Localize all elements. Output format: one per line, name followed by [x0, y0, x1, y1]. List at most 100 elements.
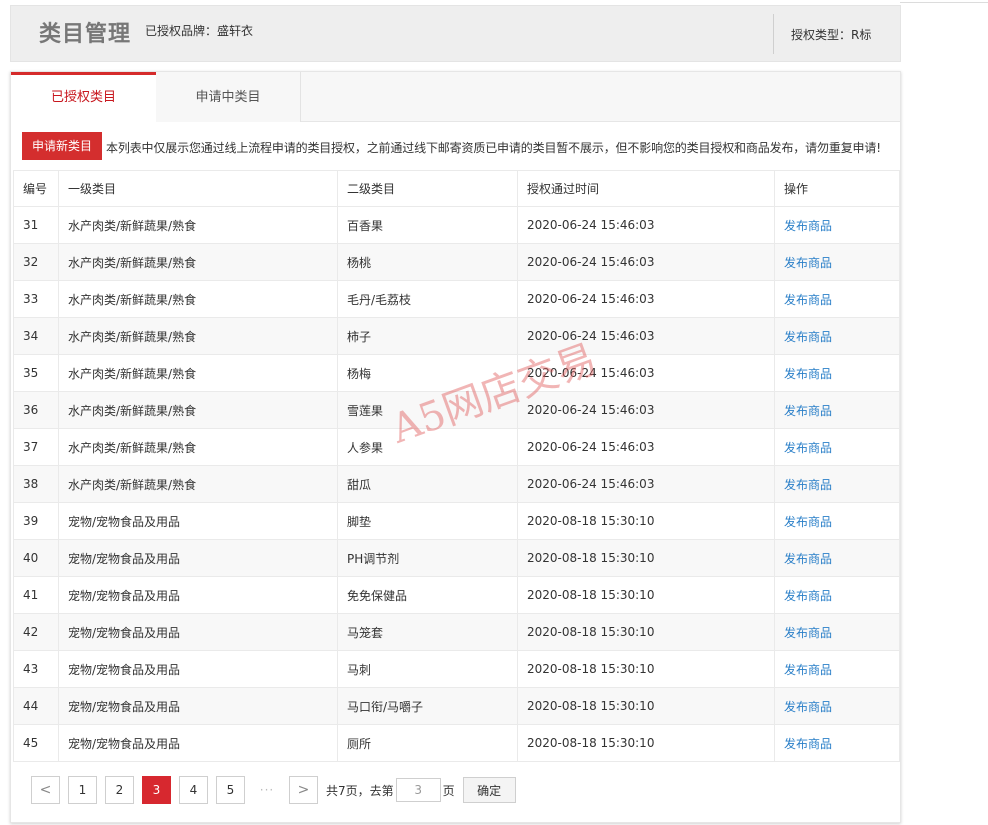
cell-level1-category: 宠物/宠物食品及用品 [58, 650, 338, 688]
publish-product-link[interactable]: 发布商品 [784, 700, 832, 714]
cell-level2-category: 雪莲果 [337, 391, 518, 429]
cell-approval-time: 2020-08-18 15:30:10 [517, 650, 775, 688]
top-divider-line [900, 2, 988, 3]
category-table: 编号 一级类目 二级类目 授权通过时间 操作 31 水产肉类/新鲜蔬果/熟食 百香果… [13, 170, 900, 762]
cell-level1-category: 水产肉类/新鲜蔬果/熟食 [58, 317, 338, 355]
cell-action: 发布商品 [774, 243, 900, 281]
cell-level2-category: 甜瓜 [337, 465, 518, 503]
publish-product-link[interactable]: 发布商品 [784, 552, 832, 566]
cell-level1-category: 宠物/宠物食品及用品 [58, 539, 338, 577]
cell-approval-time: 2020-06-24 15:46:03 [517, 354, 775, 392]
cell-level1-category: 水产肉类/新鲜蔬果/熟食 [58, 465, 338, 503]
table-row: 43 宠物/宠物食品及用品 马刺 2020-08-18 15:30:10 发布商品 [13, 650, 900, 688]
column-header-action: 操作 [774, 170, 900, 207]
goto-page-input[interactable] [395, 778, 441, 802]
cell-action: 发布商品 [774, 650, 900, 688]
cell-level1-category: 宠物/宠物食品及用品 [58, 687, 338, 725]
cell-level2-category: 脚垫 [337, 502, 518, 540]
cell-level1-category: 水产肉类/新鲜蔬果/熟食 [58, 243, 338, 281]
publish-product-link[interactable]: 发布商品 [784, 626, 832, 640]
cell-level1-category: 水产肉类/新鲜蔬果/熟食 [58, 428, 338, 466]
cell-id: 37 [13, 428, 59, 466]
column-header-level2: 二级类目 [337, 170, 518, 207]
cell-level2-category: 柿子 [337, 317, 518, 355]
cell-id: 34 [13, 317, 59, 355]
pagination: < 1 2 3 4 5 ··· > 共7页，去第 页 确定 [31, 775, 516, 805]
cell-level1-category: 宠物/宠物食品及用品 [58, 613, 338, 651]
table-row: 40 宠物/宠物食品及用品 PH调节剂 2020-08-18 15:30:10 发布商品 [13, 539, 900, 577]
tab-pending-categories[interactable]: 申请中类目 [156, 72, 301, 122]
total-pages-text: 共7页，去第 [326, 783, 394, 798]
table-row: 38 水产肉类/新鲜蔬果/熟食 甜瓜 2020-06-24 15:46:03 发布商品 [13, 465, 900, 503]
tab-authorized-categories[interactable]: 已授权类目 [11, 72, 156, 123]
cell-action: 发布商品 [774, 687, 900, 725]
publish-product-link[interactable]: 发布商品 [784, 404, 832, 418]
page-button-2[interactable]: 2 [105, 776, 134, 804]
cell-level2-category: 杨桃 [337, 243, 518, 281]
publish-product-link[interactable]: 发布商品 [784, 478, 832, 492]
cell-approval-time: 2020-08-18 15:30:10 [517, 502, 775, 540]
cell-id: 45 [13, 724, 59, 762]
page-suffix-text: 页 [442, 783, 455, 798]
cell-level2-category: 马笼套 [337, 613, 518, 651]
page-button-4[interactable]: 4 [179, 776, 208, 804]
cell-level1-category: 水产肉类/新鲜蔬果/熟食 [58, 391, 338, 429]
cell-approval-time: 2020-06-24 15:46:03 [517, 206, 775, 244]
publish-product-link[interactable]: 发布商品 [784, 219, 832, 233]
cell-level2-category: 马口衔/马嚼子 [337, 687, 518, 725]
publish-product-link[interactable]: 发布商品 [784, 663, 832, 677]
cell-action: 发布商品 [774, 206, 900, 244]
apply-new-category-button[interactable]: 申请新类目 [22, 132, 102, 160]
table-row: 37 水产肉类/新鲜蔬果/熟食 人参果 2020-06-24 15:46:03 发布商品 [13, 428, 900, 466]
pagination-ellipsis: ··· [259, 783, 275, 797]
notice-text: 本列表中仅展示您通过线上流程申请的类目授权，之前通过线下邮寄资质已申请的类目暂不… [106, 141, 881, 155]
table-row: 36 水产肉类/新鲜蔬果/熟食 雪莲果 2020-06-24 15:46:03 发布商品 [13, 391, 900, 429]
cell-level2-category: 杨梅 [337, 354, 518, 392]
cell-action: 发布商品 [774, 391, 900, 429]
publish-product-link[interactable]: 发布商品 [784, 256, 832, 270]
publish-product-link[interactable]: 发布商品 [784, 330, 832, 344]
prev-page-icon[interactable]: < [31, 776, 60, 804]
cell-id: 38 [13, 465, 59, 503]
cell-approval-time: 2020-06-24 15:46:03 [517, 243, 775, 281]
cell-action: 发布商品 [774, 428, 900, 466]
publish-product-link[interactable]: 发布商品 [784, 589, 832, 603]
cell-id: 40 [13, 539, 59, 577]
page-button-5[interactable]: 5 [216, 776, 245, 804]
cell-level2-category: 毛丹/毛荔枝 [337, 280, 518, 318]
goto-page-confirm-button[interactable]: 确定 [462, 777, 516, 803]
page-header: 类目管理 已授权品牌：盛轩衣 授权类型：R标 [10, 5, 901, 62]
page-title: 类目管理 [39, 22, 132, 47]
cell-approval-time: 2020-06-24 15:46:03 [517, 280, 775, 318]
page-button-3-current[interactable]: 3 [142, 776, 171, 804]
cell-approval-time: 2020-06-24 15:46:03 [517, 317, 775, 355]
cell-level1-category: 宠物/宠物食品及用品 [58, 724, 338, 762]
table-body: 31 水产肉类/新鲜蔬果/熟食 百香果 2020-06-24 15:46:03 发布商品… [13, 206, 900, 762]
table-row: 42 宠物/宠物食品及用品 马笼套 2020-08-18 15:30:10 发布商品 [13, 613, 900, 651]
publish-product-link[interactable]: 发布商品 [784, 441, 832, 455]
notice-bar: 申请新类目 本列表中仅展示您通过线上流程申请的类目授权，之前通过线下邮寄资质已申… [11, 122, 900, 168]
cell-id: 36 [13, 391, 59, 429]
table-row: 31 水产肉类/新鲜蔬果/熟食 百香果 2020-06-24 15:46:03 发布商品 [13, 206, 900, 244]
page-button-1[interactable]: 1 [68, 776, 97, 804]
cell-action: 发布商品 [774, 465, 900, 503]
cell-level1-category: 宠物/宠物食品及用品 [58, 502, 338, 540]
cell-level2-category: 百香果 [337, 206, 518, 244]
cell-action: 发布商品 [774, 539, 900, 577]
cell-action: 发布商品 [774, 280, 900, 318]
cell-level1-category: 水产肉类/新鲜蔬果/熟食 [58, 280, 338, 318]
cell-action: 发布商品 [774, 724, 900, 762]
cell-id: 35 [13, 354, 59, 392]
publish-product-link[interactable]: 发布商品 [784, 293, 832, 307]
next-page-icon[interactable]: > [289, 776, 318, 804]
table-row: 44 宠物/宠物食品及用品 马口衔/马嚼子 2020-08-18 15:30:10 发布… [13, 687, 900, 725]
publish-product-link[interactable]: 发布商品 [784, 367, 832, 381]
cell-approval-time: 2020-06-24 15:46:03 [517, 465, 775, 503]
publish-product-link[interactable]: 发布商品 [784, 737, 832, 751]
table-row: 39 宠物/宠物食品及用品 脚垫 2020-08-18 15:30:10 发布商品 [13, 502, 900, 540]
authorization-type: 授权类型：R标 [791, 28, 872, 42]
cell-action: 发布商品 [774, 613, 900, 651]
cell-id: 31 [13, 206, 59, 244]
authorized-brand: 已授权品牌：盛轩衣 [145, 24, 254, 38]
publish-product-link[interactable]: 发布商品 [784, 515, 832, 529]
